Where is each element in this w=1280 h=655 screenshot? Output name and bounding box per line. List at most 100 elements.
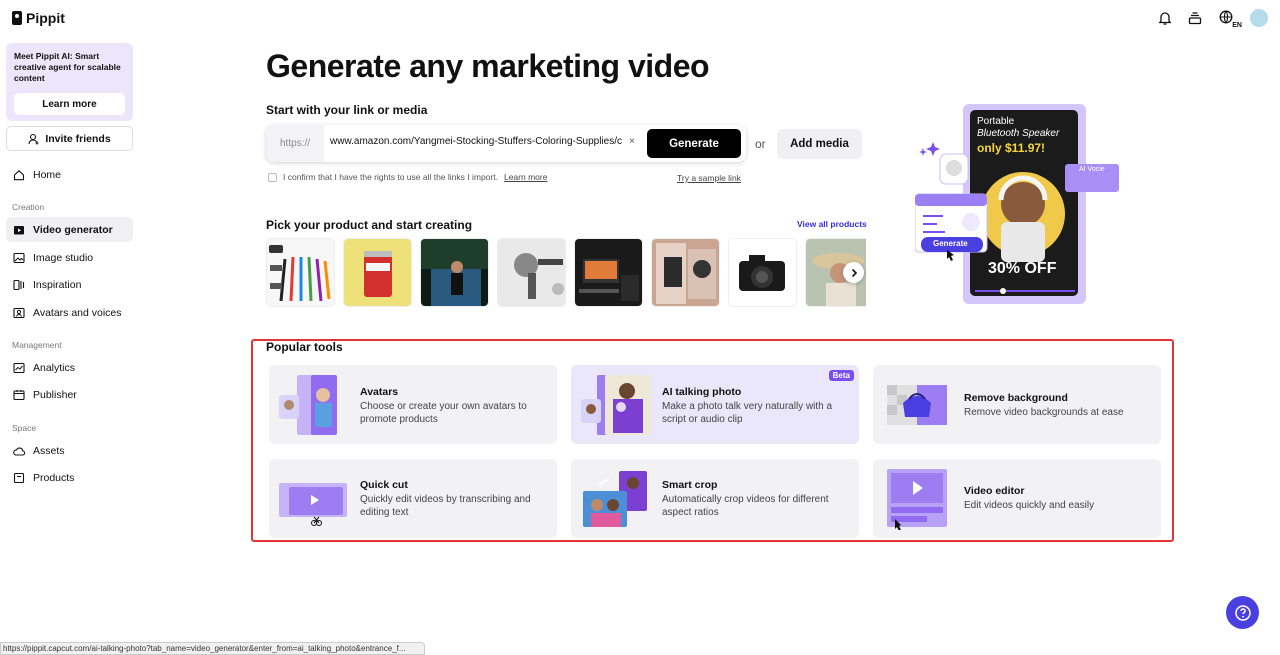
nav-inspiration[interactable]: Inspiration xyxy=(6,272,133,297)
product-thumb[interactable] xyxy=(728,238,797,307)
nav-inspiration-label: Inspiration xyxy=(33,278,82,291)
nav-products-label: Products xyxy=(33,471,75,484)
nav-publisher[interactable]: Publisher xyxy=(6,382,133,407)
stack-layers-icon[interactable] xyxy=(1186,9,1204,27)
nav-video-generator-label: Video generator xyxy=(33,223,113,236)
video-generator-icon xyxy=(14,225,24,234)
tool-name: Smart crop xyxy=(662,479,718,491)
product-thumb[interactable] xyxy=(497,238,566,307)
hero-price: only $11.97! xyxy=(977,141,1046,155)
home-icon xyxy=(13,169,25,180)
promo-text: Meet Pippit AI: Smart creative agent for… xyxy=(14,51,121,83)
generate-button[interactable]: Generate xyxy=(647,129,741,158)
tool-name: Quick cut xyxy=(360,479,408,491)
tool-name: AI talking photo xyxy=(662,386,742,398)
hero-line2: Bluetooth Speaker xyxy=(977,128,1060,139)
rights-confirmation: I confirm that I have the rights to use … xyxy=(268,172,547,182)
beta-badge: Beta xyxy=(828,370,854,381)
rights-checkbox[interactable] xyxy=(268,172,277,182)
url-input-group: https:// www.amazon.com/Yangmei-Stocking… xyxy=(266,125,746,162)
nav-avatars-voices[interactable]: Avatars and voices xyxy=(6,300,133,325)
sidebar: Pippit Meet Pippit AI: Smart creative ag… xyxy=(0,0,140,655)
product-thumb[interactable] xyxy=(343,238,412,307)
remove-background-tool-illustration xyxy=(887,385,947,425)
invite-friends-button[interactable]: Invite friends xyxy=(6,126,133,151)
tool-remove-background[interactable]: Remove background Remove video backgroun… xyxy=(873,365,1161,444)
confirm-learn-more-link[interactable]: Learn more xyxy=(504,172,547,182)
product-box-icon xyxy=(13,472,25,483)
calendar-icon xyxy=(13,389,25,400)
hero-line1: Portable xyxy=(977,116,1015,127)
url-prefix: https:// xyxy=(266,125,324,162)
nav-avatars-voices-label: Avatars and voices xyxy=(33,306,122,319)
video-editor-tool-illustration xyxy=(887,469,947,530)
or-separator: or xyxy=(755,137,766,151)
page-title: Generate any marketing video xyxy=(266,48,710,84)
carousel-next-button[interactable] xyxy=(843,262,864,283)
product-thumb[interactable] xyxy=(651,238,720,307)
add-media-button[interactable]: Add media xyxy=(777,129,862,159)
url-input[interactable]: www.amazon.com/Yangmei-Stocking-Stuffers… xyxy=(330,136,627,147)
hero-illustration: Portable Bluetooth Speaker only $11.97! … xyxy=(914,104,1125,306)
sample-link[interactable]: Try a sample link xyxy=(677,173,741,183)
invite-friends-label: Invite friends xyxy=(45,132,111,145)
nav-image-studio[interactable]: Image studio xyxy=(6,245,133,270)
avatar-icon xyxy=(13,307,25,318)
tool-name: Video editor xyxy=(964,485,1025,497)
nav-assets-label: Assets xyxy=(33,444,65,457)
nav-assets[interactable]: Assets xyxy=(6,438,133,463)
nav-analytics[interactable]: Analytics xyxy=(6,355,133,380)
nav-section-management: Management xyxy=(12,340,62,350)
confirm-text: I confirm that I have the rights to use … xyxy=(283,172,498,182)
link-preview-statusbar: https://pippit.capcut.com/ai-talking-pho… xyxy=(0,642,425,655)
notification-bell-icon[interactable] xyxy=(1156,9,1174,27)
clear-url-icon[interactable]: × xyxy=(629,136,635,147)
product-thumb[interactable] xyxy=(420,238,489,307)
talking-photo-tool-illustration xyxy=(581,375,651,435)
nav-publisher-label: Publisher xyxy=(33,388,77,401)
image-icon xyxy=(13,252,25,263)
view-all-products-link[interactable]: View all products xyxy=(797,219,867,229)
tool-smart-crop[interactable]: Smart crop Automatically crop videos for… xyxy=(571,459,859,538)
learn-more-button[interactable]: Learn more xyxy=(14,93,125,115)
inspiration-icon xyxy=(13,279,25,290)
nav-analytics-label: Analytics xyxy=(33,361,76,374)
nav-home[interactable]: Home xyxy=(6,162,133,187)
pick-product-title: Pick your product and start creating xyxy=(266,218,473,232)
nav-section-creation: Creation xyxy=(12,202,45,212)
tool-ai-talking-photo[interactable]: Beta AI talking photo Make a photo talk … xyxy=(571,365,859,444)
analytics-icon xyxy=(13,362,25,373)
nav-image-studio-label: Image studio xyxy=(33,251,94,264)
tool-video-editor[interactable]: Video editor Edit videos quickly and eas… xyxy=(873,459,1161,538)
product-thumb[interactable] xyxy=(574,238,643,307)
nav-home-label: Home xyxy=(33,168,62,181)
popular-tools-title: Popular tools xyxy=(266,340,343,354)
link-media-subtitle: Start with your link or media xyxy=(266,103,428,117)
app-logo[interactable]: Pippit xyxy=(12,10,65,26)
product-carousel xyxy=(266,238,866,307)
tool-quick-cut[interactable]: Quick cut Quickly edit videos by transcr… xyxy=(269,459,557,538)
tool-name: Remove background xyxy=(964,392,1068,404)
quick-cut-tool-illustration xyxy=(279,483,347,526)
user-avatar[interactable] xyxy=(1250,9,1268,27)
tool-description: Edit videos quickly and easily xyxy=(964,500,1095,511)
smart-crop-tool-illustration xyxy=(583,471,647,527)
app-name: Pippit xyxy=(26,10,65,26)
nav-products[interactable]: Products xyxy=(6,465,133,490)
help-question-icon xyxy=(1234,604,1251,621)
avatars-tool-illustration xyxy=(279,375,337,435)
tool-avatars[interactable]: Avatars Choose or create your own avatar… xyxy=(269,365,557,444)
language-globe-icon[interactable]: EN xyxy=(1216,9,1242,29)
hero-generate-chip: Generate xyxy=(933,239,968,248)
promo-card: Meet Pippit AI: Smart creative agent for… xyxy=(6,43,133,121)
tool-description: Make a photo talk very naturally with a … xyxy=(662,401,833,425)
help-button[interactable] xyxy=(1226,596,1259,629)
nav-section-space: Space xyxy=(12,423,37,433)
product-thumb[interactable] xyxy=(266,238,335,307)
user-add-icon xyxy=(28,133,39,144)
tool-description: Remove video backgrounds at ease xyxy=(964,407,1124,418)
top-actions: EN xyxy=(1156,9,1268,29)
tool-description: Quickly edit videos by transcribing and … xyxy=(360,494,531,518)
cloud-icon xyxy=(13,447,25,456)
nav-video-generator[interactable]: Video generator xyxy=(6,217,133,242)
